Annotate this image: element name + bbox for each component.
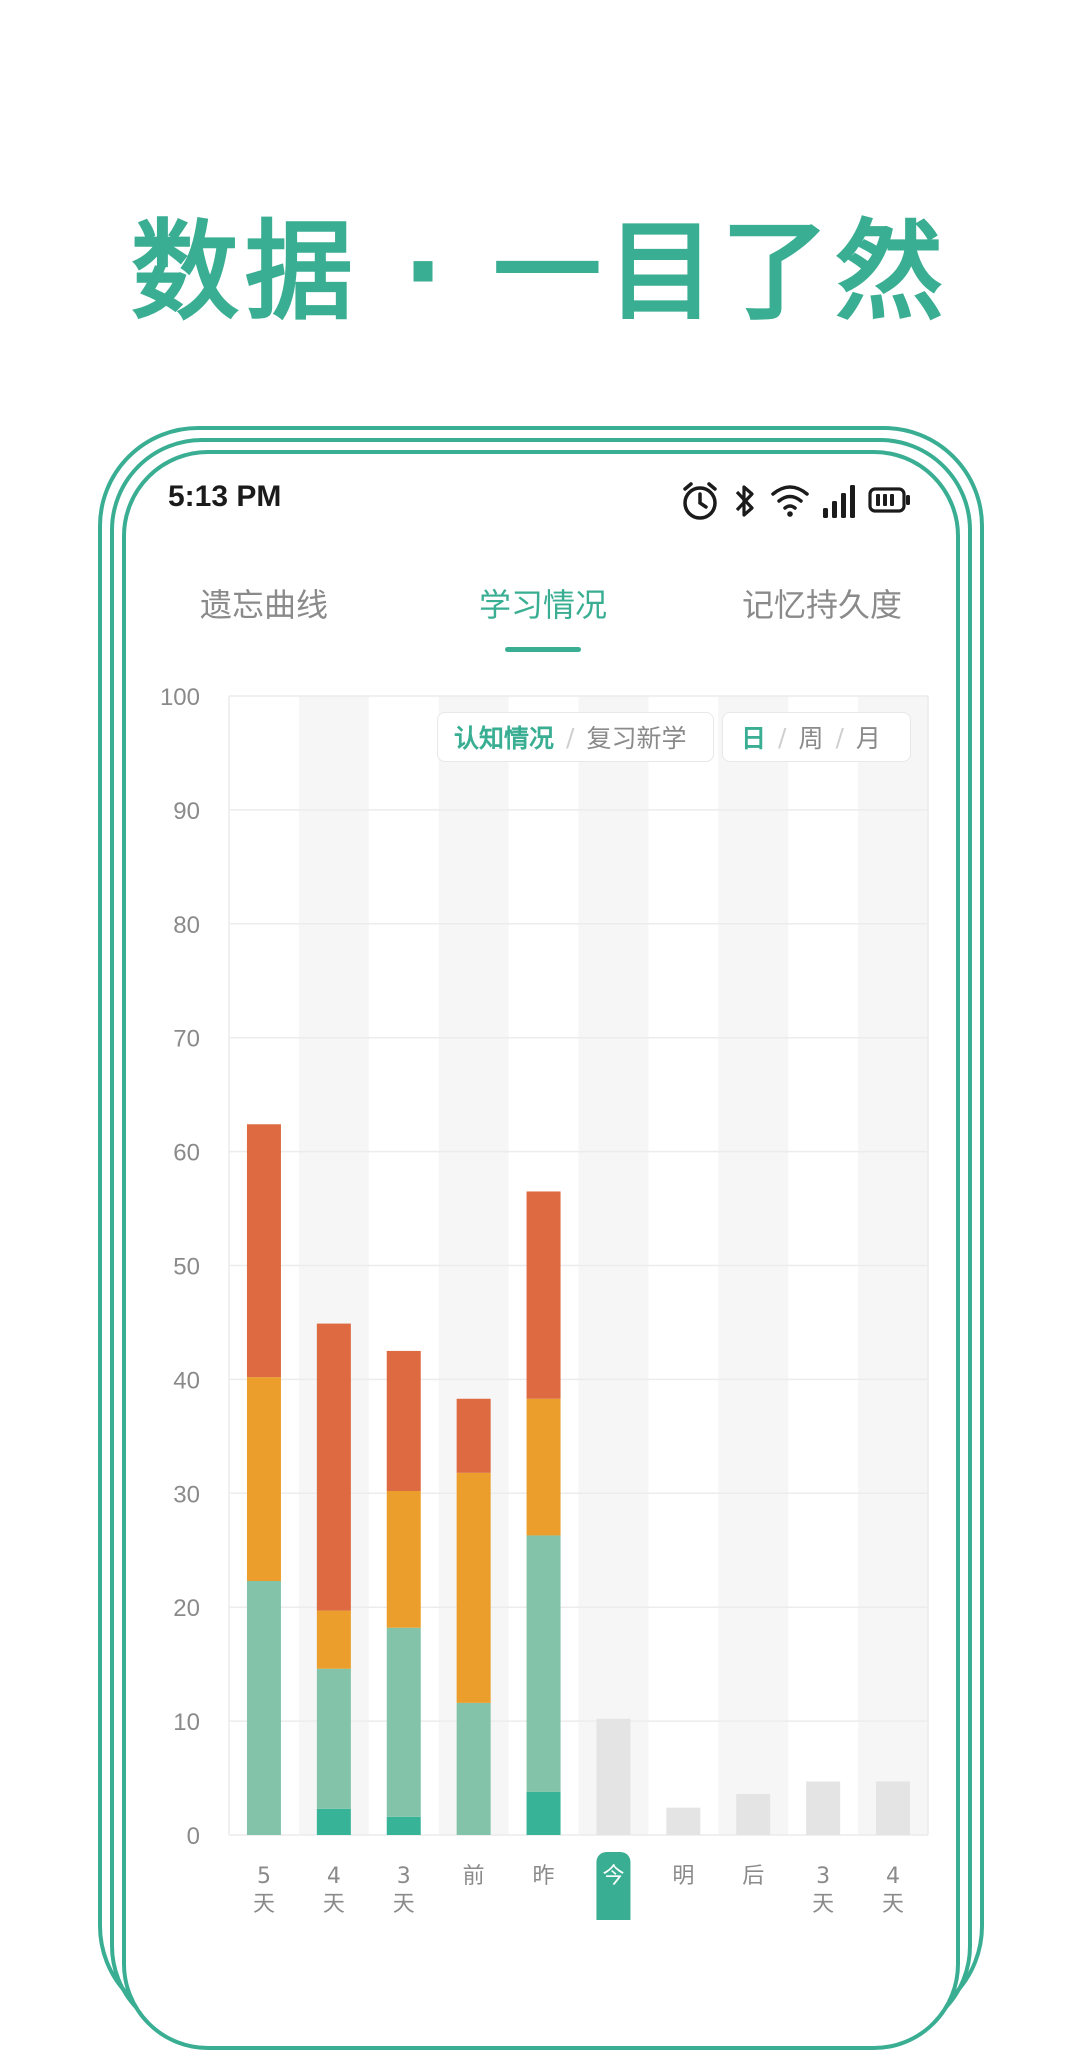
period-separator-1: / (778, 722, 787, 752)
y-tick-label: 0 (187, 1823, 200, 1850)
x-tick-label: 天 (812, 1892, 834, 1917)
bar-segment (526, 1791, 561, 1835)
x-tick-label: 天 (253, 1892, 275, 1917)
x-tick-label: 明 (672, 1864, 694, 1889)
bar-segment (386, 1627, 421, 1817)
y-tick-label: 100 (160, 684, 200, 711)
bar-segment (246, 1581, 281, 1835)
period-option-day[interactable]: 日 (741, 719, 766, 755)
bar-segment (386, 1816, 421, 1835)
x-tick-label: 5 (257, 1864, 271, 1889)
bar-segment (316, 1610, 351, 1669)
x-tick-label: 4 (886, 1864, 900, 1889)
y-tick-label: 40 (173, 1367, 200, 1394)
mode-option-cognition[interactable]: 认知情况 (454, 719, 554, 755)
bar-segment (596, 1718, 631, 1835)
bar-segment (316, 1668, 351, 1809)
bar-segment (806, 1781, 841, 1835)
x-tick-label: 天 (323, 1892, 345, 1917)
bar-segment (526, 1535, 561, 1792)
bar-segment (876, 1781, 911, 1835)
bar-segment (526, 1398, 561, 1536)
period-toggle: 日 / 周 / 月 (722, 712, 911, 762)
bar-segment (246, 1124, 281, 1378)
mode-option-review-new[interactable]: 复习新学 (586, 719, 686, 755)
bar-segment (246, 1377, 281, 1582)
bar-segment (386, 1350, 421, 1492)
x-tick-label: 天 (393, 1892, 415, 1917)
bar-segment (316, 1808, 351, 1835)
bar-segment (456, 1702, 491, 1835)
bar-segment (316, 1323, 351, 1611)
y-tick-label: 30 (173, 1481, 200, 1508)
bar-segment (666, 1807, 701, 1835)
x-tick-label: 前 (463, 1864, 485, 1889)
bar-segment (736, 1793, 771, 1835)
x-tick-label: 3 (397, 1864, 411, 1889)
bar-segment (456, 1472, 491, 1703)
bar-segment (386, 1491, 421, 1628)
period-option-month[interactable]: 月 (856, 719, 881, 755)
period-option-week[interactable]: 周 (798, 719, 823, 755)
y-tick-label: 10 (173, 1709, 200, 1736)
bar-segment (526, 1191, 561, 1399)
x-tick-label: 今 (602, 1864, 624, 1889)
y-tick-label: 80 (173, 912, 200, 939)
y-tick-label: 20 (173, 1595, 200, 1622)
y-tick-label: 50 (173, 1254, 200, 1281)
bar-segment (456, 1398, 491, 1473)
x-tick-label: 后 (742, 1864, 764, 1889)
study-bar-chart: 01020304050607080901005天前4天前3天前前天昨天今天明天后… (160, 684, 929, 1920)
mode-separator: / (566, 722, 575, 752)
y-tick-label: 90 (173, 798, 200, 825)
x-tick-label: 昨 (533, 1864, 555, 1889)
x-tick-label: 4 (327, 1864, 341, 1889)
y-tick-label: 70 (173, 1026, 200, 1053)
y-tick-label: 60 (173, 1140, 200, 1167)
x-tick-label: 天 (882, 1892, 904, 1917)
mode-toggle: 认知情况 / 复习新学 (437, 712, 714, 762)
period-separator-2: / (835, 722, 844, 752)
x-tick-label: 3 (816, 1864, 830, 1889)
